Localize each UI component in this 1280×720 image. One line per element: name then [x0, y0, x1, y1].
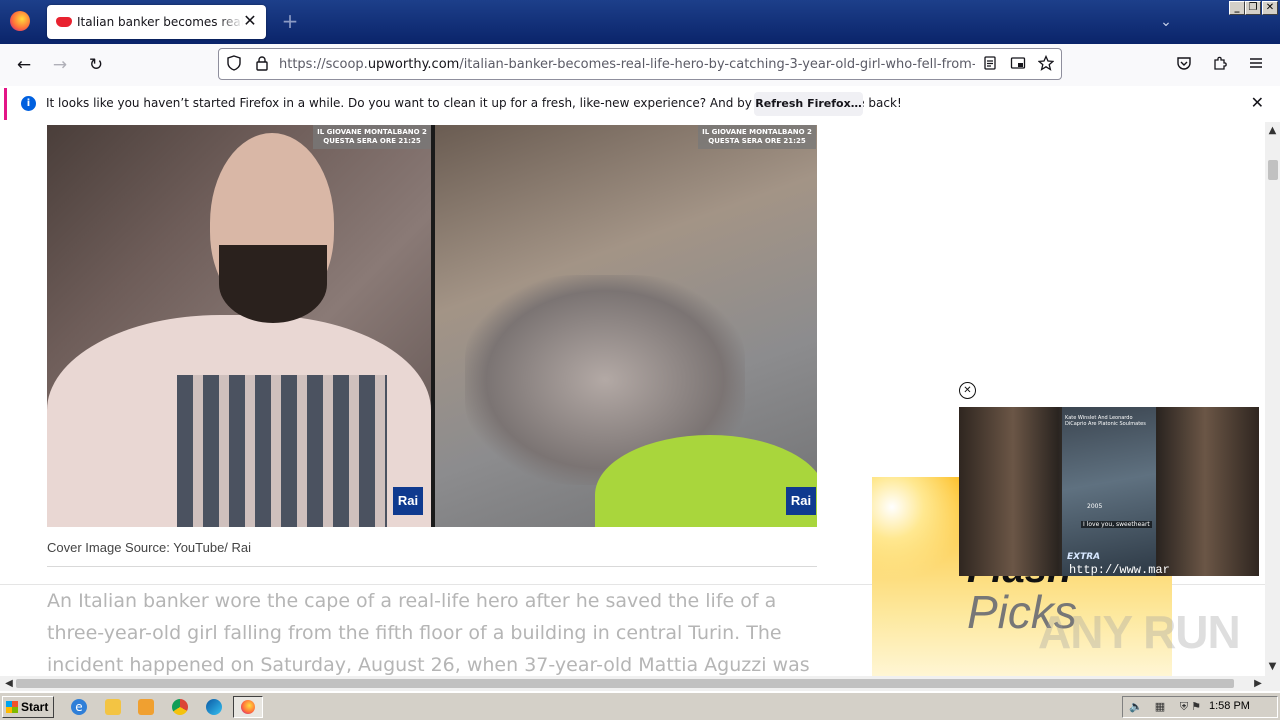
lock-icon[interactable]: [253, 55, 271, 73]
page-content: IL GIOVANE MONTALBANO 2 QUESTA SERA ORE 2…: [0, 122, 1265, 676]
firefox-logo-icon[interactable]: [10, 11, 30, 31]
video-year-label: 2005: [1087, 503, 1103, 510]
system-tray: 🔈 ▦ ⛨ ⚑ 1:58 PM: [1122, 696, 1278, 718]
windows-logo-icon: [6, 701, 18, 713]
close-window-button[interactable]: ✕: [1262, 1, 1278, 15]
pocket-icon[interactable]: [1174, 55, 1194, 75]
reader-view-icon[interactable]: [981, 55, 999, 73]
video-frame: [1062, 407, 1156, 576]
url-domain: upworthy.com: [367, 57, 460, 72]
vertical-scrollbar[interactable]: ▲ ▼: [1265, 122, 1280, 676]
brand-tag: IL GIOVANE MONTALBANO 2 QUESTA SERA ORE 2…: [698, 125, 816, 149]
windows-taskbar: Start e 🔈 ▦ ⛨ ⚑ 1:58 PM: [0, 692, 1280, 720]
firefox-icon: [241, 700, 255, 714]
notification-bar: i It looks like you haven’t started Fire…: [4, 88, 1276, 120]
video-headline: Kate Winslet And Leonardo DiCaprio Are P…: [1065, 415, 1146, 427]
shield-icon[interactable]: [225, 55, 243, 73]
menu-icon[interactable]: [1246, 55, 1266, 75]
cover-image-portrait: IL GIOVANE MONTALBANO 2 QUESTA SERA ORE 2…: [47, 125, 431, 527]
url-prefix: https://scoop.: [279, 57, 368, 72]
forward-button[interactable]: →: [50, 55, 70, 75]
brand-tag: IL GIOVANE MONTALBANO 2 QUESTA SERA ORE 2…: [313, 125, 431, 149]
list-all-tabs-button[interactable]: ⌄: [1158, 14, 1174, 30]
file-explorer-icon[interactable]: [105, 699, 121, 715]
scroll-down-arrow-icon[interactable]: ▼: [1265, 660, 1280, 674]
scroll-left-arrow-icon[interactable]: ◀: [2, 676, 16, 691]
back-button[interactable]: ←: [14, 55, 34, 75]
video-player[interactable]: Kate Winslet And Leonardo DiCaprio Are P…: [959, 407, 1259, 576]
start-label: Start: [21, 700, 49, 714]
media-player-icon[interactable]: [138, 699, 154, 715]
video-url-overlay: http://www.mar: [1069, 563, 1170, 576]
tab-active[interactable]: Italian banker becomes real-life hero by…: [47, 5, 266, 39]
video-subtitle: I love you, sweetheart: [1081, 521, 1152, 528]
caption-divider: [47, 566, 817, 567]
url-text[interactable]: https://scoop.upworthy.com/italian-banke…: [279, 57, 975, 72]
tab-close-icon[interactable]: ✕: [242, 13, 258, 29]
start-button[interactable]: Start: [2, 696, 54, 718]
chrome-icon[interactable]: [172, 699, 188, 715]
video-close-icon[interactable]: ✕: [959, 382, 976, 399]
url-bar[interactable]: https://scoop.upworthy.com/italian-banke…: [218, 48, 1062, 80]
rai-logo: Rai: [786, 487, 816, 515]
scrollbar-corner: [1265, 676, 1280, 691]
taskbar-firefox-button[interactable]: [233, 696, 263, 718]
reload-button[interactable]: ↻: [86, 55, 106, 75]
action-center-flag-icon[interactable]: ⚑: [1189, 700, 1203, 714]
new-tab-button[interactable]: +: [280, 11, 300, 32]
tab-title: Italian banker becomes real-life hero by…: [77, 15, 243, 29]
picture-in-picture-icon[interactable]: [1009, 55, 1027, 73]
info-icon: i: [21, 96, 36, 111]
cover-image-scene: IL GIOVANE MONTALBANO 2 QUESTA SERA ORE 2…: [435, 125, 817, 527]
taskbar-clock[interactable]: 1:58 PM: [1209, 700, 1250, 712]
url-path: /italian-banker-becomes-real-life-hero-b…: [459, 57, 975, 72]
volume-icon[interactable]: 🔈: [1129, 700, 1143, 714]
article-body: An Italian banker wore the cape of a rea…: [47, 590, 810, 676]
scroll-right-arrow-icon[interactable]: ▶: [1251, 676, 1265, 691]
upworthy-favicon-icon: [56, 17, 72, 27]
internet-explorer-icon[interactable]: e: [71, 699, 87, 715]
image-caption: Cover Image Source: YouTube/ Rai: [47, 540, 252, 555]
network-icon[interactable]: ▦: [1153, 700, 1167, 714]
rai-logo: Rai: [393, 487, 423, 515]
horizontal-scroll-thumb[interactable]: [16, 679, 1234, 688]
bookmark-star-icon[interactable]: [1037, 54, 1055, 73]
extensions-icon[interactable]: [1210, 55, 1230, 75]
portrait-beard: [219, 245, 327, 323]
minimize-button[interactable]: _: [1229, 1, 1245, 15]
notification-close-icon[interactable]: ✕: [1251, 95, 1264, 111]
scroll-up-arrow-icon[interactable]: ▲: [1265, 124, 1280, 138]
anyrun-watermark: ANY RUN: [1038, 606, 1241, 658]
navigation-toolbar: ← → ↻ https://scoop.upworthy.com/italian…: [0, 44, 1280, 86]
vertical-scroll-thumb[interactable]: [1268, 160, 1278, 180]
refresh-firefox-button[interactable]: Refresh Firefox…: [754, 92, 863, 116]
maximize-button[interactable]: ❐: [1245, 1, 1261, 15]
cover-image: IL GIOVANE MONTALBANO 2 QUESTA SERA ORE 2…: [47, 125, 817, 527]
portrait-shirt-flag: [177, 375, 387, 527]
tab-strip: Italian banker becomes real-life hero by…: [0, 0, 1280, 44]
video-brand-logo: EXTRA: [1067, 552, 1101, 562]
horizontal-scrollbar[interactable]: ◀ ▶: [0, 676, 1265, 691]
ad-light-ray: [872, 477, 972, 577]
edge-icon[interactable]: [206, 699, 222, 715]
